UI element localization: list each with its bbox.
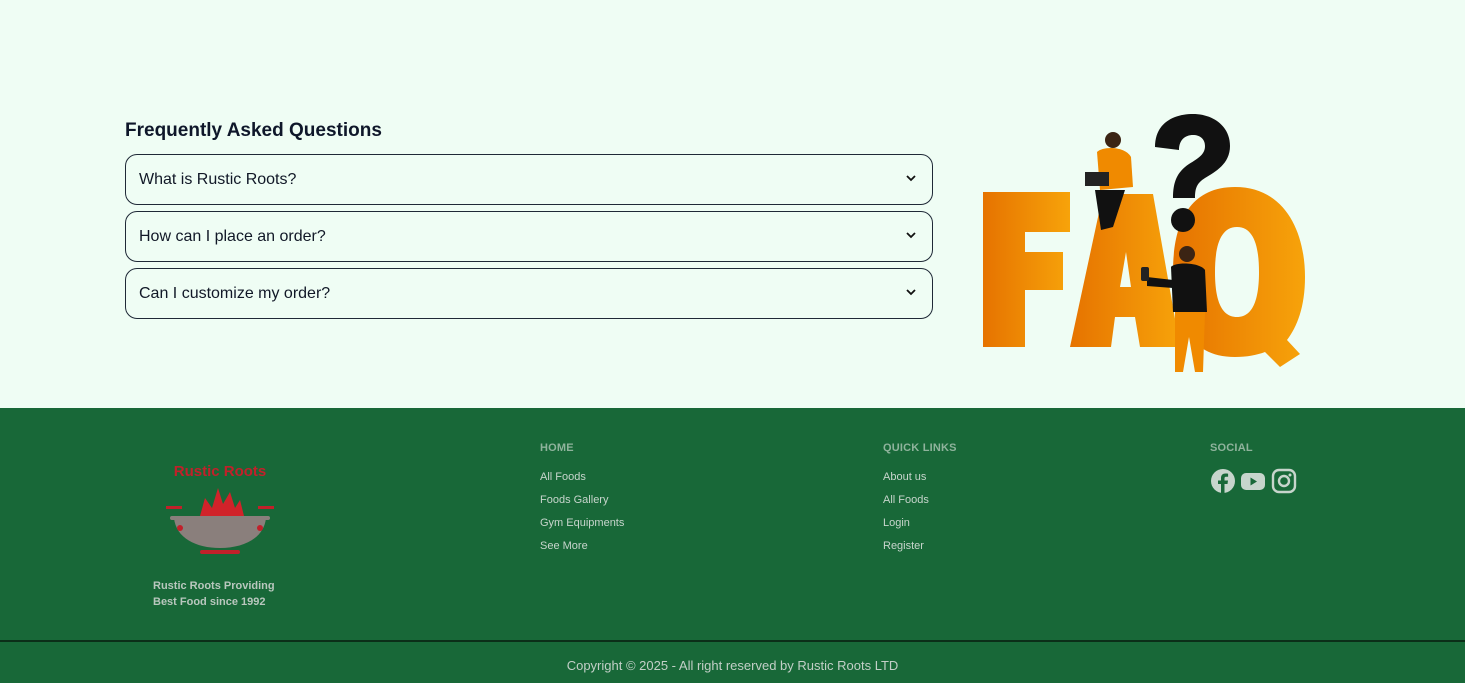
copyright-text: Copyright © 2025 - All right reserved by…	[566, 658, 899, 673]
faq-title: Frequently Asked Questions	[125, 120, 382, 141]
footer-quick-links-title: QUICK LINKS	[883, 442, 957, 454]
rustic-roots-logo[interactable]: Rustic Roots	[160, 448, 280, 558]
footer: Rustic Roots Rustic Roots Providing Best…	[0, 408, 1465, 683]
faq-item-place-order[interactable]: How can I place an order?	[125, 211, 933, 262]
chevron-down-icon	[906, 289, 916, 296]
chevron-down-icon	[906, 232, 916, 239]
facebook-icon[interactable]	[1210, 468, 1236, 494]
chevron-down-icon	[906, 175, 916, 182]
footer-home-title: HOME	[540, 442, 574, 454]
footer-divider	[0, 640, 1465, 642]
footer-link-foods-gallery[interactable]: Foods Gallery	[540, 493, 624, 516]
youtube-icon[interactable]	[1240, 468, 1266, 494]
footer-link-login[interactable]: Login	[883, 516, 929, 539]
faq-item-what-is[interactable]: What is Rustic Roots?	[125, 154, 933, 205]
instagram-icon[interactable]	[1271, 468, 1297, 494]
logo-wordmark: Rustic Roots	[174, 463, 267, 480]
footer-link-see-more[interactable]: See More	[540, 539, 624, 562]
social-links	[1210, 468, 1297, 505]
faq-item-customize[interactable]: Can I customize my order?	[125, 268, 933, 319]
top-navbar-edge	[0, 0, 1465, 12]
faq-question: Can I customize my order?	[139, 285, 331, 302]
faq-illustration	[983, 114, 1305, 372]
footer-link-gym-equipments[interactable]: Gym Equipments	[540, 516, 624, 539]
faq-question: What is Rustic Roots?	[139, 171, 297, 188]
faq-question: How can I place an order?	[139, 228, 326, 245]
faq-section: Frequently Asked Questions What is Rusti…	[0, 12, 1465, 408]
footer-link-about-us[interactable]: About us	[883, 470, 929, 493]
footer-link-all-foods-2[interactable]: All Foods	[883, 493, 929, 516]
footer-quick-links: About us All Foods Login Register	[883, 470, 929, 562]
footer-link-register[interactable]: Register	[883, 539, 929, 562]
footer-social-title: SOCIAL	[1210, 442, 1253, 454]
footer-home-links: All Foods Foods Gallery Gym Equipments S…	[540, 470, 624, 562]
footer-link-all-foods[interactable]: All Foods	[540, 470, 624, 493]
footer-tagline: Rustic Roots Providing Best Food since 1…	[153, 580, 275, 608]
